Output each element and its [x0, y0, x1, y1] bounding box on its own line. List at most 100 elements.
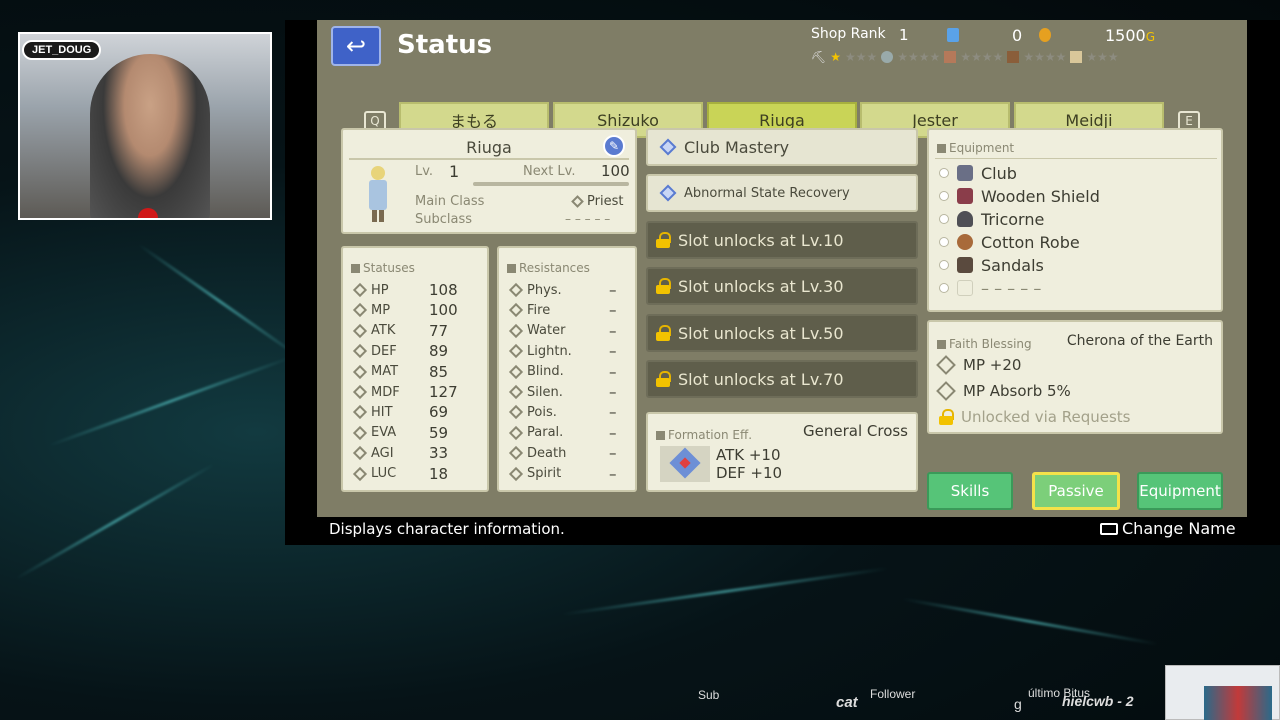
- keyboard-icon: [1100, 522, 1118, 535]
- shop-rank-value: 1: [899, 26, 909, 44]
- statuses-name: MDF: [371, 384, 400, 400]
- resistances-row: Fire –: [505, 300, 635, 320]
- resistances-diamond-icon: [508, 303, 524, 318]
- scroll-icon: [1070, 51, 1083, 63]
- equipment-item-empty[interactable]: – – – – –: [939, 277, 1041, 299]
- resistances-value: –: [609, 383, 617, 401]
- lock-icon: [656, 232, 671, 248]
- statuses-diamond-icon: [352, 303, 368, 318]
- statuses-value: 69: [429, 403, 449, 422]
- footer-name: hielcwb - 2: [1062, 693, 1134, 709]
- statuses-name: MP: [371, 302, 391, 318]
- resistances-value: –: [609, 301, 617, 320]
- statuses-diamond-icon: [352, 344, 368, 359]
- resistances-diamond-icon: [508, 384, 524, 400]
- equipment-item[interactable]: Sandals: [939, 254, 1044, 276]
- shield-icon: [957, 188, 973, 204]
- resistances-name: Blind.: [527, 364, 564, 380]
- shop-rank-stars: ⛏ ★ ★★★ ★★★★ ★★★★ ★★★★ ★★★: [811, 50, 1119, 64]
- lock-icon: [656, 325, 671, 341]
- passive-slot-locked-2[interactable]: Slot unlocks at Lv.30: [646, 267, 918, 305]
- character-sprite: [367, 166, 389, 224]
- resistances-value: –: [609, 281, 617, 299]
- equipment-button[interactable]: Equipment: [1137, 472, 1223, 510]
- next-level-label: Next Lv.: [523, 164, 576, 179]
- level-label: Lv.: [415, 164, 434, 179]
- skills-button[interactable]: Skills: [927, 472, 1013, 510]
- main-class-value: Priest: [587, 194, 624, 209]
- resistances-diamond-icon: [508, 282, 524, 298]
- equipment-item-label: Tricorne: [981, 209, 1045, 229]
- next-level-value: 100: [601, 162, 630, 180]
- equipment-item[interactable]: Tricorne: [939, 208, 1044, 230]
- orb-icon: [881, 51, 894, 63]
- statuses-diamond-icon: [352, 384, 368, 400]
- faith-header: Faith Blessing: [949, 337, 1032, 351]
- resistances-row: Phys. –: [505, 280, 635, 300]
- resistances-diamond-icon: [508, 344, 524, 359]
- return-arrow-icon: ↩: [345, 32, 367, 60]
- hat-icon: [957, 211, 973, 227]
- faith-bonus-1: MP +20: [963, 356, 1022, 374]
- statuses-name: AGI: [371, 445, 394, 461]
- formation-name: General Cross: [803, 422, 908, 440]
- statuses-row: MDF 127: [349, 382, 479, 402]
- resistances-name: Water: [527, 323, 566, 339]
- shop-rank-label: Shop Rank: [811, 26, 886, 42]
- passive-slot-2[interactable]: Abnormal State Recovery: [646, 174, 918, 212]
- resistances-value: –: [609, 423, 617, 442]
- statuses-diamond-icon: [352, 446, 368, 461]
- plus-icon: [936, 355, 956, 375]
- class-icon: [571, 195, 584, 208]
- formation-effect-2: DEF +10: [716, 464, 783, 482]
- chest-icon: [1007, 51, 1020, 63]
- rename-button[interactable]: ✎: [603, 135, 625, 157]
- subclass-value: – – – – –: [565, 212, 611, 226]
- equipment-item-label: Club: [981, 163, 1017, 183]
- change-name-button[interactable]: Change Name: [1100, 519, 1236, 538]
- passive-button[interactable]: Passive: [1032, 472, 1120, 510]
- passive-slot-locked-1[interactable]: Slot unlocks at Lv.10: [646, 221, 918, 259]
- back-button[interactable]: ↩: [331, 26, 381, 66]
- equipment-item[interactable]: Cotton Robe: [939, 231, 1080, 253]
- resistances-row: Water –: [505, 321, 635, 341]
- gold-amount: 1500: [1105, 26, 1146, 45]
- webcam-overlay: [18, 32, 272, 220]
- equipment-item[interactable]: Wooden Shield: [939, 185, 1100, 207]
- lock-icon: [656, 278, 671, 294]
- resistances-row: Spirit –: [505, 464, 635, 484]
- statuses-row: HIT 69: [349, 402, 479, 422]
- statuses-diamond-icon: [352, 282, 368, 298]
- robe-icon: [957, 234, 973, 250]
- passive-diamond-icon: [659, 184, 677, 202]
- resistances-value: –: [609, 362, 617, 381]
- statuses-name: HP: [371, 282, 389, 298]
- statuses-value: 77: [429, 321, 449, 340]
- faith-card: Faith Blessing Cherona of the Earth MP +…: [927, 320, 1223, 434]
- statuses-value: 33: [429, 444, 449, 463]
- pickaxe-icon: ⛏: [811, 50, 827, 64]
- resistances-name: Spirit: [527, 466, 562, 482]
- equipment-item[interactable]: Club: [939, 162, 1017, 184]
- passive-slot-1[interactable]: Club Mastery: [646, 128, 918, 166]
- footer-cat: cat: [836, 694, 858, 711]
- statuses-name: DEF: [371, 343, 397, 359]
- resistances-name: Phys.: [527, 282, 562, 298]
- formation-effect-1: ATK +10: [716, 446, 781, 464]
- streamer-silhouette: [90, 54, 210, 218]
- footer-avatar: [1204, 686, 1272, 720]
- resistances-name: Pois.: [527, 404, 557, 420]
- statuses-name: LUC: [371, 466, 397, 482]
- passive-slot-locked-3[interactable]: Slot unlocks at Lv.50: [646, 314, 918, 352]
- equipment-item-label: – – – – –: [981, 278, 1042, 298]
- statuses-row: DEF 89: [349, 341, 479, 361]
- webcam-name-label: JET_DOUG: [22, 40, 102, 60]
- tool-icon: [944, 51, 957, 63]
- character-card: Riuga ✎ Lv. 1 Next Lv. 100 Main Class Pr…: [341, 128, 637, 234]
- passive-slot-locked-4[interactable]: Slot unlocks at Lv.70: [646, 360, 918, 398]
- exp-bar: [473, 182, 629, 186]
- resistances-row: Pois. –: [505, 402, 635, 422]
- resistances-name: Lightn.: [527, 343, 572, 359]
- passive-label: Abnormal State Recovery: [684, 185, 850, 201]
- passive-label: Slot unlocks at Lv.10: [678, 230, 844, 250]
